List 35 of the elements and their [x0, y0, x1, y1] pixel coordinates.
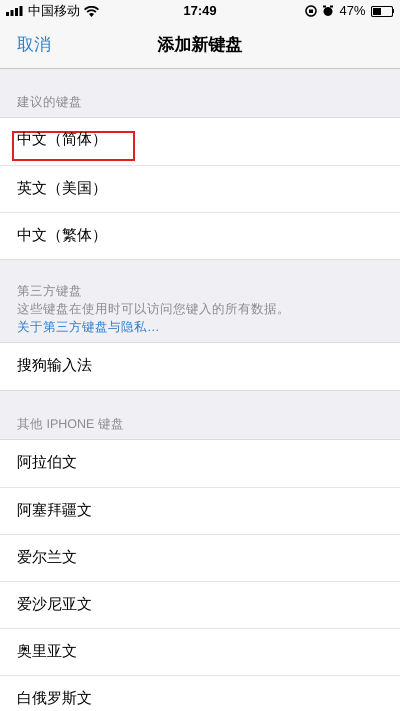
keyboard-name: 英文（美国）: [17, 178, 107, 199]
section-header: 其他 IPHONE 键盘: [17, 416, 125, 433]
keyboard-name: 爱沙尼亚文: [17, 594, 92, 615]
keyboard-row[interactable]: 中文（繁体）: [0, 212, 400, 259]
section-header: 第三方键盘: [17, 283, 83, 300]
privacy-link[interactable]: 关于第三方键盘与隐私…: [17, 320, 160, 334]
clock-time: 17:49: [182, 2, 218, 20]
signal-icon: [6, 6, 24, 16]
keyboard-name: 中文（简体）: [17, 130, 107, 150]
keyboard-name: 搜狗输入法: [17, 356, 92, 376]
battery-percent: 47%: [339, 2, 366, 20]
keyboard-row[interactable]: 英文（美国）: [0, 165, 400, 212]
keyboard-name: 阿拉伯文: [17, 453, 77, 474]
keyboard-row[interactable]: 爱沙尼亚文: [0, 581, 400, 628]
wifi-icon: [84, 6, 99, 16]
keyboard-row[interactable]: 中文（简体）: [0, 118, 400, 165]
keyboard-name: 爱尔兰文: [17, 548, 77, 568]
keyboard-row[interactable]: 阿拉伯文: [0, 440, 400, 487]
section-note: 这些键盘在使用时可以访问您键入的所有数据。 关于第三方键盘与隐私…: [17, 301, 291, 336]
keyboard-name: 白俄罗斯文: [17, 688, 92, 709]
cancel-button[interactable]: 取消: [17, 32, 51, 58]
keyboard-row[interactable]: 搜狗输入法: [0, 343, 400, 390]
keyboard-row[interactable]: 奥里亚文: [0, 628, 400, 675]
keyboard-name: 中文（繁体）: [17, 226, 107, 246]
alarm-icon: [322, 5, 334, 17]
page-title: 添加新键盘: [158, 34, 242, 56]
keyboard-row[interactable]: 爱尔兰文: [0, 534, 400, 581]
keyboard-row[interactable]: 白俄罗斯文: [0, 675, 400, 711]
keyboard-row[interactable]: 阿塞拜疆文: [0, 487, 400, 534]
rotation-lock-icon: [305, 5, 318, 17]
carrier-name: 中国移动: [28, 2, 80, 20]
keyboard-name: 奥里亚文: [17, 642, 77, 662]
section-header: 建议的键盘: [17, 94, 83, 111]
keyboard-name: 阿塞拜疆文: [17, 500, 92, 521]
battery-icon: [370, 6, 394, 16]
